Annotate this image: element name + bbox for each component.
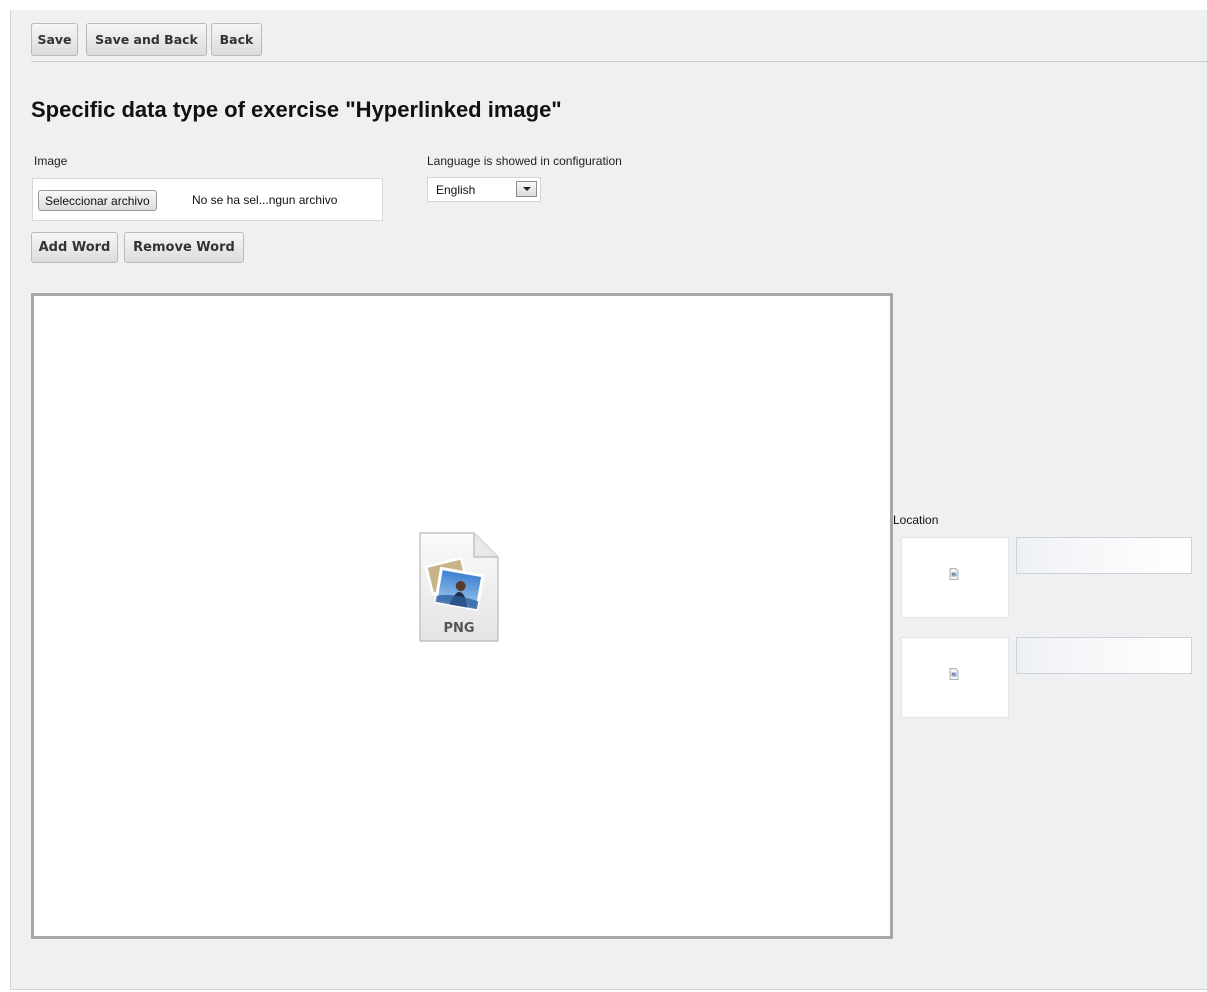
editor-panel: Save Save and Back Back Specific data ty… (10, 10, 1207, 990)
choose-file-button[interactable]: Seleccionar archivo (38, 190, 157, 211)
broken-image-icon (949, 668, 959, 680)
image-canvas[interactable]: PNG (31, 293, 893, 939)
page-title: Specific data type of exercise "Hyperlin… (31, 97, 562, 122)
png-label: PNG (443, 621, 474, 636)
toolbar-divider (31, 61, 1207, 62)
location-thumbnail-1 (901, 537, 1009, 618)
language-select[interactable]: English (427, 177, 541, 202)
save-and-back-button[interactable]: Save and Back (86, 23, 207, 56)
language-label: Language is showed in configuration (427, 154, 622, 168)
file-status-text: No se ha sel...ngun archivo (192, 193, 338, 207)
add-word-button[interactable]: Add Word (31, 232, 118, 263)
image-file-input[interactable]: Seleccionar archivo No se ha sel...ngun … (32, 178, 383, 221)
language-selected-value: English (436, 183, 476, 197)
broken-image-icon (949, 568, 959, 580)
location-thumbnail-2 (901, 637, 1009, 718)
location-input-2[interactable] (1016, 637, 1192, 674)
location-input-1[interactable] (1016, 537, 1192, 574)
png-file-icon: PNG (419, 532, 499, 642)
back-button[interactable]: Back (211, 23, 262, 56)
chevron-down-icon[interactable] (516, 181, 537, 197)
image-label: Image (34, 154, 68, 168)
save-button[interactable]: Save (31, 23, 78, 56)
location-label: Location (893, 513, 939, 527)
remove-word-button[interactable]: Remove Word (124, 232, 244, 263)
